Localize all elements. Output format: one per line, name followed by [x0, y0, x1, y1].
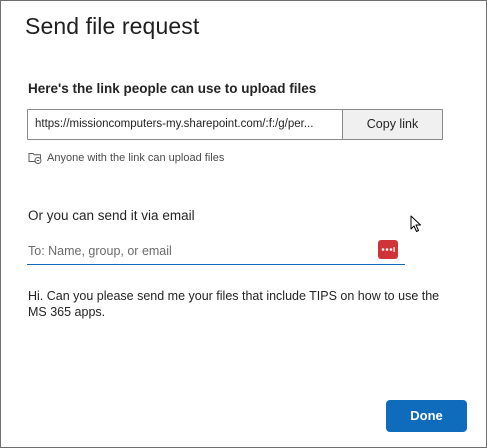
- password-manager-icon[interactable]: [378, 240, 398, 259]
- link-permission-row: Anyone with the link can upload files: [28, 151, 224, 164]
- link-row: https://missioncomputers-my.sharepoint.c…: [27, 109, 443, 140]
- request-message[interactable]: Hi. Can you please send me your files th…: [28, 288, 448, 320]
- copy-link-button[interactable]: Copy link: [342, 110, 442, 139]
- dialog-title: Send file request: [25, 13, 200, 39]
- email-placeholder: To: Name, group, or email: [28, 244, 172, 258]
- email-heading: Or you can send it via email: [28, 208, 195, 223]
- email-recipient-input[interactable]: To: Name, group, or email: [27, 239, 405, 265]
- mouse-cursor-icon: [410, 215, 421, 232]
- link-heading: Here's the link people can use to upload…: [28, 81, 317, 96]
- upload-link-field[interactable]: https://missioncomputers-my.sharepoint.c…: [28, 110, 342, 139]
- done-button[interactable]: Done: [386, 400, 467, 432]
- folder-link-icon: [28, 153, 42, 164]
- send-file-request-dialog: Send file request Here's the link people…: [0, 0, 487, 448]
- link-permission-text: Anyone with the link can upload files: [47, 151, 225, 164]
